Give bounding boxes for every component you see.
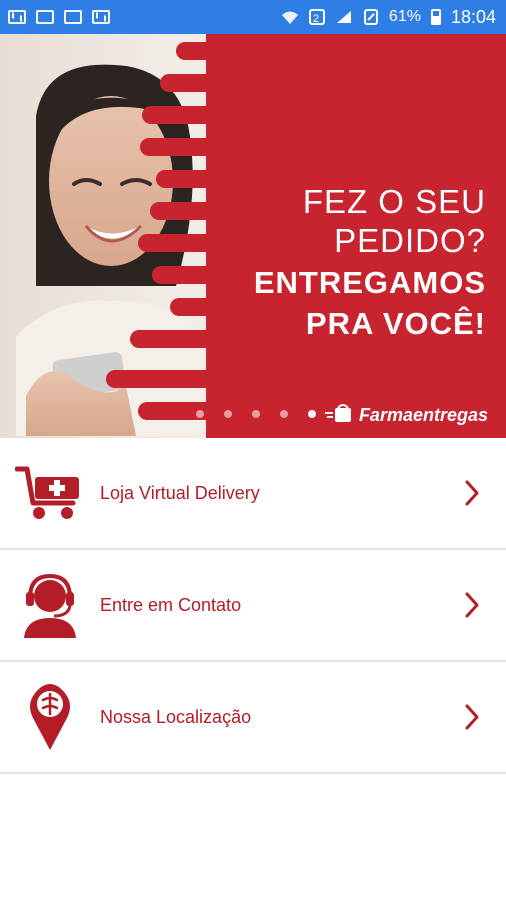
banner-stripe — [142, 106, 252, 124]
banner-stripe — [106, 370, 250, 388]
clock-time: 18:04 — [450, 7, 496, 27]
menu-icon-wrap — [0, 438, 100, 548]
menu-item-label: Entre em Contato — [100, 594, 242, 615]
headset-person-icon — [24, 573, 76, 638]
location-pin-icon — [30, 684, 70, 750]
battery-icon — [430, 9, 441, 25]
menu-icon-wrap — [0, 662, 100, 772]
menu-item-label: Loja Virtual Delivery — [100, 482, 260, 503]
chevron-right-icon — [465, 704, 479, 730]
menu-item-label: Nossa Localização — [100, 706, 252, 727]
sim-2-icon: 2 — [308, 9, 325, 25]
banner-stripe — [176, 42, 246, 60]
status-bar: 2 61% 18:04 — [0, 0, 506, 34]
carousel-dot[interactable] — [196, 410, 204, 418]
banner-stripe — [160, 74, 250, 92]
banner-stripe — [156, 170, 246, 188]
chevron-right-icon — [465, 480, 479, 506]
brand-name: Farmaentregas — [358, 404, 488, 425]
mail-icon — [8, 10, 26, 24]
envelope-icon — [92, 10, 110, 24]
banner-stripe — [130, 330, 252, 348]
svg-text:2: 2 — [313, 13, 319, 25]
menu-item-loja-virtual[interactable]: Loja Virtual Delivery — [0, 438, 506, 550]
menu-icon-wrap — [0, 550, 100, 660]
carousel-dot-active[interactable] — [308, 410, 316, 418]
carousel-indicators — [196, 410, 344, 418]
banner-stripe — [140, 138, 252, 156]
banner-line-3: ENTREGAMOS — [253, 265, 486, 300]
banner-line-1: FEZ O SEU — [302, 183, 486, 220]
banner-stripe — [152, 266, 248, 284]
banner-line-2: PEDIDO? — [334, 222, 486, 259]
promo-banner[interactable]: FEZ O SEU PEDIDO? ENTREGAMOS PRA VOCÊ! F… — [0, 34, 506, 438]
chevron-right-icon — [465, 592, 479, 618]
wifi-icon — [281, 11, 298, 24]
image-icon — [64, 10, 82, 24]
banner-stripe — [150, 202, 250, 220]
menu-list: Loja Virtual Delivery Entre em Contato N… — [0, 438, 506, 774]
carousel-dot[interactable] — [280, 410, 288, 418]
signal-icon — [336, 11, 351, 23]
menu-item-localizacao[interactable]: Nossa Localização — [0, 662, 506, 774]
carousel-dot[interactable] — [252, 410, 260, 418]
sd-card-icon — [363, 9, 378, 25]
banner-stripe — [170, 298, 250, 316]
menu-item-contato[interactable]: Entre em Contato — [0, 550, 506, 662]
carousel-dot[interactable] — [224, 410, 232, 418]
banner-line-4: PRA VOCÊ! — [305, 306, 486, 341]
brand-logo: Farmaentregas — [324, 404, 488, 426]
banner-stripe — [138, 234, 252, 252]
banner-headline: FEZ O SEU PEDIDO? ENTREGAMOS PRA VOCÊ! — [254, 182, 486, 342]
calendar-icon — [36, 10, 54, 24]
battery-percent: 61% — [388, 8, 421, 25]
carousel-dot[interactable] — [336, 410, 344, 418]
cart-plus-icon — [15, 466, 79, 519]
